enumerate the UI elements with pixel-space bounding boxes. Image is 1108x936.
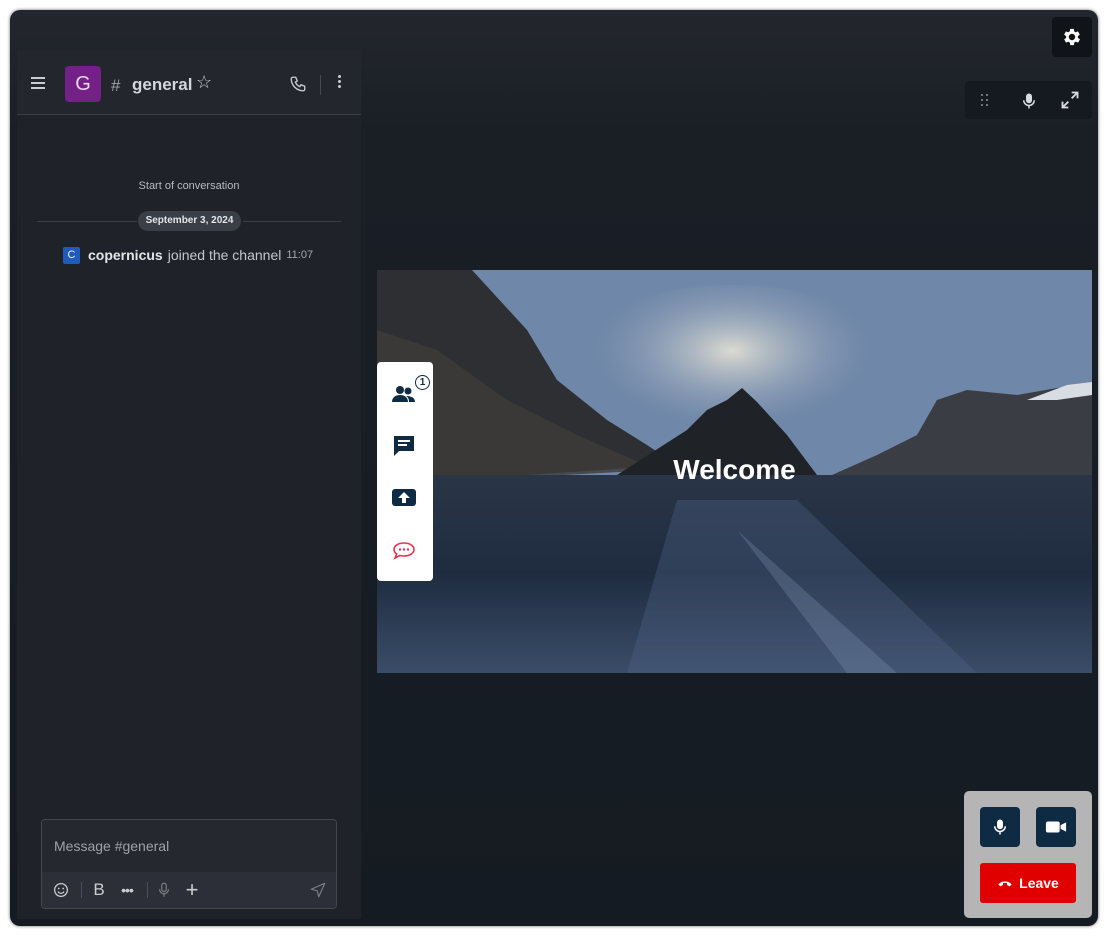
- welcome-text: Welcome: [673, 454, 796, 485]
- chat-panel: G # general ☆ Start of conversation Sept…: [17, 51, 361, 919]
- kebab-menu-icon[interactable]: [335, 73, 343, 93]
- microphone-icon[interactable]: [155, 881, 173, 899]
- participants-count-badge: 1: [415, 375, 430, 390]
- message-composer: B ••• +: [41, 819, 337, 909]
- message-text: joined the channel: [167, 247, 282, 263]
- header-divider: [320, 75, 321, 95]
- leave-button[interactable]: Leave: [980, 863, 1076, 903]
- hash-icon: #: [111, 76, 121, 95]
- menu-icon[interactable]: [31, 74, 47, 92]
- date-divider-line-left: [37, 221, 137, 222]
- start-of-conversation: Start of conversation: [138, 180, 240, 192]
- fullscreen-icon[interactable]: [1060, 90, 1080, 110]
- leave-label: Leave: [1019, 875, 1059, 891]
- participants-icon: [392, 386, 415, 402]
- room-avatar[interactable]: G: [65, 66, 101, 102]
- phone-icon[interactable]: [289, 75, 307, 93]
- hangup-icon: [998, 881, 1012, 887]
- room-name[interactable]: general: [132, 75, 192, 95]
- date-divider: September 3, 2024: [138, 211, 241, 231]
- emoji-icon[interactable]: [52, 881, 70, 899]
- system-message: C copernicus joined the channel 11:07: [63, 246, 313, 264]
- gear-icon: [1064, 28, 1080, 46]
- bold-icon[interactable]: B: [90, 881, 108, 899]
- toolbar-separator: [147, 882, 148, 898]
- participants-button[interactable]: 1: [391, 375, 430, 407]
- camera-icon: [1045, 821, 1067, 833]
- date-divider-line-right: [243, 221, 341, 222]
- more-icon[interactable]: •••: [118, 881, 136, 899]
- room-header: G # general ☆: [17, 51, 361, 115]
- mute-button[interactable]: [980, 807, 1020, 847]
- plus-icon[interactable]: +: [183, 879, 201, 901]
- rocket-chat-icon: [393, 542, 415, 560]
- message-input[interactable]: [42, 820, 336, 872]
- share-screen-icon: [392, 489, 416, 506]
- video-controls: [965, 81, 1092, 119]
- star-icon[interactable]: ☆: [196, 72, 212, 93]
- settings-button[interactable]: [1052, 17, 1092, 57]
- avatar[interactable]: C: [63, 246, 80, 264]
- app-window: G # general ☆ Start of conversation Sept…: [10, 10, 1098, 926]
- send-icon[interactable]: [309, 881, 327, 899]
- shared-screen: Welcome: [377, 270, 1092, 673]
- share-screen-button[interactable]: [391, 485, 417, 511]
- message-username[interactable]: copernicus: [88, 247, 163, 263]
- rocket-chat-button[interactable]: [391, 537, 417, 563]
- composer-toolbar: B ••• +: [42, 872, 336, 908]
- camera-button[interactable]: [1036, 807, 1076, 847]
- toolbar-separator: [81, 882, 82, 898]
- drag-handle-icon[interactable]: [981, 94, 989, 106]
- microphone-icon[interactable]: [1020, 90, 1038, 112]
- call-controls: Leave: [964, 791, 1092, 918]
- chat-icon: [394, 436, 414, 456]
- microphone-icon: [994, 819, 1006, 835]
- message-time: 11:07: [286, 249, 314, 261]
- side-toolbar: 1: [377, 362, 433, 581]
- chat-button[interactable]: [391, 433, 417, 459]
